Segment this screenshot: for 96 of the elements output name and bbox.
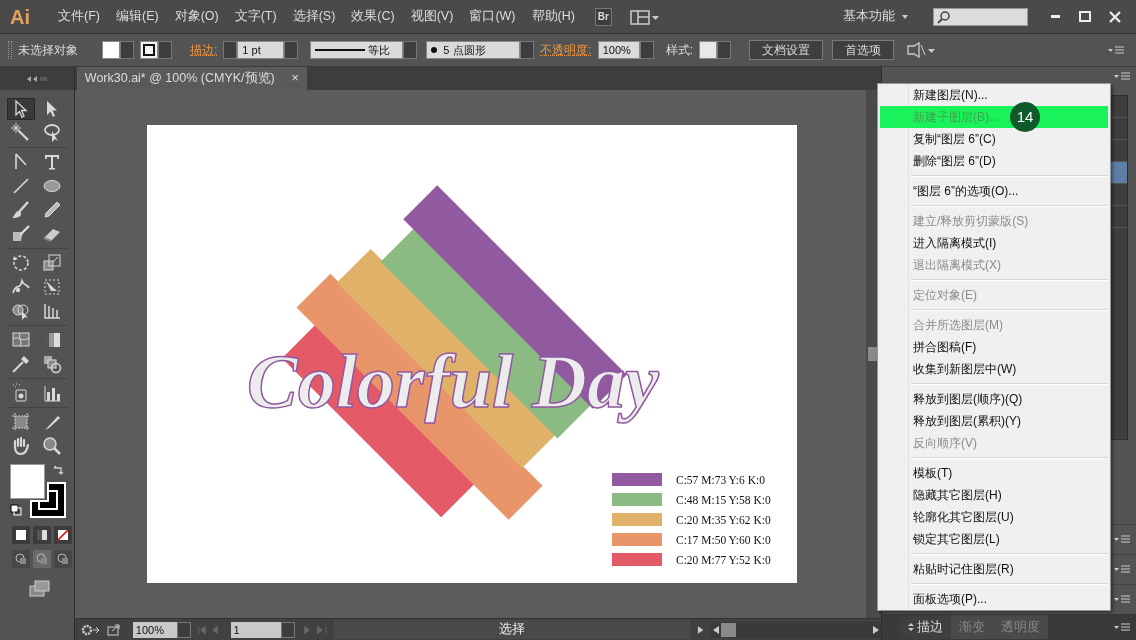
menu-item[interactable]: 效果(C): [343, 5, 403, 28]
search-field[interactable]: [933, 7, 1028, 26]
gradient-mode-button[interactable]: [33, 526, 51, 544]
brush-field[interactable]: 5 点圆形: [426, 41, 521, 59]
maximize-icon: [1079, 11, 1091, 22]
minimize-icon: [1050, 15, 1060, 18]
fill-swatch[interactable]: [10, 464, 45, 499]
scroll-thumb[interactable]: [721, 622, 736, 637]
search-icon: [937, 9, 951, 24]
stroke-profile-field[interactable]: 等比: [310, 41, 404, 59]
horizontal-scrollbar[interactable]: [711, 621, 881, 638]
fill-color-swatch[interactable]: [102, 41, 120, 59]
stroke-square-icon: [143, 44, 155, 56]
line-profile-icon: [315, 48, 366, 52]
menu-item[interactable]: 对象(O): [166, 5, 227, 28]
gear-icon: [80, 624, 101, 637]
menu-item[interactable]: 轮廓化其它图层(U): [880, 506, 1108, 528]
menu-item[interactable]: 编辑(E): [107, 5, 167, 28]
panel-menu-icon: [1114, 595, 1130, 606]
legend-label: C:57 M:73 Y:6 K:0: [675, 474, 765, 486]
legend-label: C:20 M:77 Y:52 K:0: [675, 554, 771, 566]
menu-item[interactable]: 释放到图层(顺序)(Q): [880, 388, 1108, 410]
menu-item[interactable]: 隐藏其它图层(H): [880, 484, 1108, 506]
draw-mode-icon: [56, 552, 70, 566]
legend-label: C:17 M:50 Y:60 K:0: [675, 534, 771, 546]
app-logo: Ai: [10, 4, 31, 30]
graphic-style-swatch[interactable]: [699, 41, 718, 59]
none-swatch-icon: [56, 528, 70, 542]
status-text: 选择: [334, 620, 690, 639]
legend-label: C:20 M:35 Y:62 K:0: [675, 514, 771, 526]
grip-handle: [8, 41, 12, 59]
close-icon: [1109, 10, 1121, 23]
panel-menu-icon: [1114, 622, 1130, 633]
gradient-square-icon: [35, 528, 49, 542]
panel-menu-icon: [1114, 565, 1130, 576]
solid-square-icon: [14, 528, 28, 542]
workspace-switcher[interactable]: 基本功能: [843, 7, 909, 26]
arrange-documents-button[interactable]: [630, 8, 660, 25]
menu-item[interactable]: 释放到图层(累积)(Y): [880, 410, 1108, 432]
menu-item[interactable]: 拼合图稿(F): [880, 336, 1108, 358]
swap-arrows-icon: [52, 464, 64, 476]
toolbar-button[interactable]: 文档设置: [749, 40, 824, 60]
legend-label: C:48 M:15 Y:58 K:0: [675, 494, 771, 506]
menu-item[interactable]: 视图(V): [402, 5, 462, 28]
bridge-button[interactable]: Br: [594, 7, 612, 26]
draw-normal-button[interactable]: [12, 550, 30, 568]
zoom-field[interactable]: 100%: [132, 621, 177, 638]
selection-status: 未选择对象: [18, 42, 78, 59]
stroke-color-swatch[interactable]: [140, 41, 158, 59]
collapse-icon: [25, 74, 48, 83]
menu-item[interactable]: 删除“图层 6”(D): [880, 150, 1108, 172]
panel-tab[interactable]: 描边: [900, 614, 951, 640]
panel-menu-icon: [1114, 535, 1130, 546]
blend-tool-icon: [41, 353, 64, 375]
round-brush-icon: [431, 47, 438, 53]
menu-item[interactable]: “图层 6”的选项(O)...: [880, 180, 1108, 202]
draw-inside-button[interactable]: [54, 550, 72, 568]
none-mode-button[interactable]: [54, 526, 72, 544]
scroll-thumb[interactable]: [868, 347, 879, 361]
step-badge: 14: [1010, 102, 1040, 132]
color-mode-button[interactable]: [12, 526, 30, 544]
panel-menu-icon: [1114, 71, 1130, 82]
tab-close-button[interactable]: ×: [291, 69, 299, 88]
screen-mode-icon: [29, 580, 51, 598]
menu-item[interactable]: 收集到新图层中(W): [880, 358, 1108, 380]
document-tab[interactable]: Work30.ai* @ 100% (CMYK/预览) ×: [76, 67, 307, 90]
menu-item[interactable]: 文字(T): [226, 5, 285, 28]
page-field[interactable]: 1: [230, 621, 281, 638]
tool-button[interactable]: [7, 98, 36, 120]
share-icon: [106, 624, 121, 637]
panel-menu-icon: [1108, 45, 1124, 56]
opacity-link[interactable]: 不透明度:: [540, 41, 592, 59]
default-colors-icon: [10, 504, 22, 516]
menu-item[interactable]: 进入隔离模式(I): [880, 232, 1108, 254]
menu-item[interactable]: 粘贴时记住图层(R): [880, 558, 1108, 580]
draw-mode-icon: [35, 552, 49, 566]
menu-item[interactable]: 面板选项(P)...: [880, 588, 1108, 610]
menu-item[interactable]: 锁定其它图层(L): [880, 528, 1108, 550]
collapse-arrows-icon: [908, 622, 914, 632]
scale-tool-icon: [41, 252, 64, 274]
toolbar-button[interactable]: 首选项: [832, 40, 895, 60]
opacity-field[interactable]: 100%: [597, 41, 640, 59]
layout-grid-icon: [630, 8, 660, 25]
menu-item[interactable]: 选择(S): [284, 5, 344, 28]
stepper-button[interactable]: [223, 41, 238, 59]
draw-mode-icon: [14, 552, 28, 566]
menu-item[interactable]: 帮助(H): [523, 5, 583, 28]
stroke-swatch[interactable]: [30, 482, 66, 518]
stroke-weight-field[interactable]: 1 pt: [237, 41, 285, 59]
menu-item[interactable]: 窗口(W): [461, 5, 524, 28]
style-label: 样式:: [665, 42, 694, 59]
play-icon: [695, 624, 705, 635]
menu-item[interactable]: 文件(F): [50, 5, 108, 28]
caret-icon: [901, 12, 909, 21]
document-title: Work30.ai* @ 100% (CMYK/预览): [84, 70, 275, 88]
menu-item[interactable]: 模板(T): [880, 462, 1108, 484]
